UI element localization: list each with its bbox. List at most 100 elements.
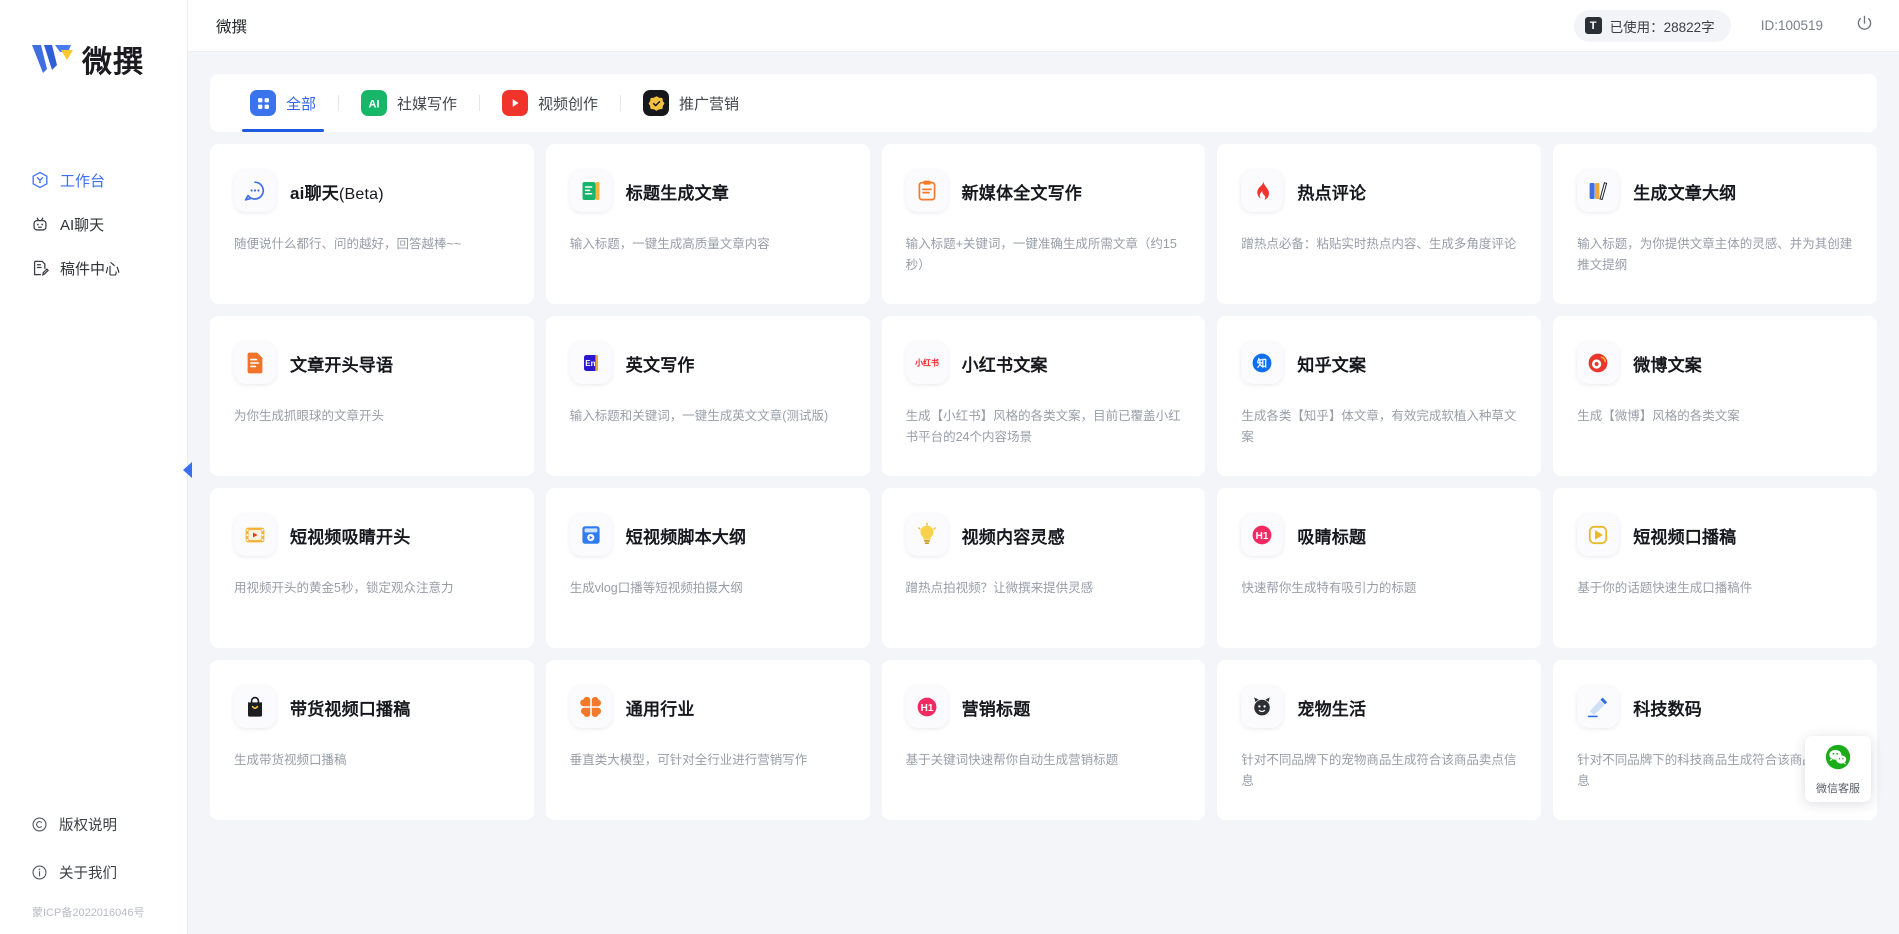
sidebar-item-label: AI聊天 [60,216,105,234]
script-icon [569,514,612,556]
card-title: 短视频脚本大纲 [625,527,747,547]
w-logo-icon [30,39,76,79]
card-ecommerce-video-voiceover[interactable]: 带货视频口播稿 生成带货视频口播稿 [210,660,534,820]
card-pet-life[interactable]: 宠物生活 针对不同品牌下的宠物商品生成符合该商品卖点信息 [1217,660,1542,820]
sidebar-footer: 版权说明 关于我们 蒙ICP备2022016046号 [0,800,187,934]
card-header: 宠物生活 [1241,686,1517,728]
card-title: 通用行业 [625,699,695,719]
card-title: 小红书文案 [961,355,1048,375]
logout-button[interactable] [1853,15,1875,37]
card-article-opening[interactable]: 文章开头导语 为你生成抓眼球的文章开头 [210,316,534,476]
card-title-to-article[interactable]: 标题生成文章 输入标题，一键生成高质量文章内容 [545,144,870,304]
card-general-industry[interactable]: 通用行业 垂直类大模型，可针对全行业进行营销写作 [545,660,870,820]
orange-doc-icon [234,342,276,384]
card-description: 蹭热点必备：粘贴实时热点内容、生成多角度评论 [1241,237,1517,251]
text-count-icon: T [1584,17,1602,34]
h1-pink-icon: H1 [905,686,948,728]
card-header: 新媒体全文写作 [905,170,1182,212]
fire-icon [1241,170,1284,212]
card-title: 科技数码 [1633,699,1702,719]
wechat-icon [1823,742,1853,777]
card-header: 知 知乎文案 [1241,342,1517,384]
user-id: ID:100519 [1760,18,1823,33]
card-title: ai聊天(Beta) [290,183,384,203]
copyright-icon [30,815,49,834]
card-xiaohongshu-copy[interactable]: 小红书 小红书文案 生成【小红书】风格的各类文案，目前已覆盖小红书平台的24个内… [881,316,1206,476]
card-short-video-hook[interactable]: 短视频吸睛开头 用视频开头的黄金5秒，锁定观众注意力 [210,488,534,648]
chat-bubble-icon [234,170,276,212]
card-title: 知乎文案 [1297,355,1367,375]
lightbulb-icon [905,514,948,556]
ai-icon: AI [361,90,388,116]
card-short-video-script-outline[interactable]: 短视频脚本大纲 生成vlog口播等短视频拍摄大纲 [545,488,870,648]
card-english-writing[interactable]: En 英文写作 输入标题和关键词，一键生成英文文章(测试版) [545,316,870,476]
sidebar-item-about[interactable]: 关于我们 [0,848,187,896]
sidebar-item-ai-chat[interactable]: AI聊天 [0,202,187,246]
card-description: 输入标题，为你提供文章主体的灵感、并为其创建推文提纲 [1577,237,1853,272]
card-description: 基于你的话题快速生成口播稿件 [1577,581,1753,595]
card-ai-chat[interactable]: ai聊天(Beta) 随便说什么都行、问的越好，回答越棒~~ [210,144,534,304]
sidebar-item-drafts[interactable]: 稿件中心 [0,246,187,290]
bag-icon [234,686,276,728]
card-description: 用视频开头的黄金5秒，锁定观众注意力 [234,581,454,595]
film-play-icon [234,514,276,556]
svg-text:知: 知 [1256,357,1267,370]
card-description: 生成vlog口播等短视频拍摄大纲 [569,581,743,595]
sidebar: 微撰 工作台 AI聊天 稿件中心 版权说明 关于我们 蒙ICP备20220160… [0,0,192,934]
page-title: 微撰 [216,18,248,36]
sidebar-collapse-toggle[interactable] [179,455,195,485]
card-description: 快速帮你生成特有吸引力的标题 [1241,581,1417,595]
card-header: 短视频脚本大纲 [569,514,846,556]
sidebar-footer-label: 版权说明 [59,817,117,834]
card-video-content-inspiration[interactable]: 视频内容灵感 蹭热点拍视频？让微撰来提供灵感 [881,488,1206,648]
cards-grid-wrap: ai聊天(Beta) 随便说什么都行、问的越好，回答越棒~~ 标题生成文章 输入… [210,132,1877,820]
sidebar-nav: 工作台 AI聊天 稿件中心 [0,158,187,290]
card-title: 微博文案 [1633,355,1702,375]
xiaohongshu-icon: 小红书 [905,342,948,384]
sidebar-item-label: 稿件中心 [60,260,121,278]
card-description: 为你生成抓眼球的文章开头 [234,409,385,423]
content-scroll[interactable]: 全部 AI 社媒写作 视频创作 推广营销 ai聊天(Beta) 随便说什么都行、… [188,52,1899,934]
card-description: 垂直类大模型，可针对全行业进行营销写作 [569,753,808,767]
app-root: 微撰 工作台 AI聊天 稿件中心 版权说明 关于我们 蒙ICP备20220160… [0,0,1899,934]
tab-promotion-marketing[interactable]: 推广营销 [621,74,761,132]
usage-badge[interactable]: T 已使用：28822字 [1573,9,1731,42]
topbar-right: T 已使用：28822字 ID:100519 [1573,9,1875,42]
sidebar-item-label: 工作台 [60,172,106,190]
card-weibo-copy[interactable]: 微博文案 生成【微博】风格的各类文案 [1553,316,1877,476]
card-hot-comment[interactable]: 热点评论 蹭热点必备：粘贴实时热点内容、生成多角度评论 [1217,144,1542,304]
tech-icon [1577,686,1620,728]
card-short-video-voiceover[interactable]: 短视频口播稿 基于你的话题快速生成口播稿件 [1553,488,1877,648]
h1-icon: H1 [1241,514,1284,556]
card-title: 营销标题 [961,699,1031,719]
card-article-outline[interactable]: 生成文章大纲 输入标题，为你提供文章主体的灵感、并为其创建推文提纲 [1553,144,1877,304]
svg-text:En: En [585,359,595,368]
sidebar-item-copyright[interactable]: 版权说明 [0,800,187,848]
card-title: 宠物生活 [1297,699,1367,719]
card-description: 随便说什么都行、问的越好，回答越棒~~ [234,237,462,251]
card-eye-catching-title[interactable]: H1 吸睛标题 快速帮你生成特有吸引力的标题 [1217,488,1542,648]
card-title: 热点评论 [1297,183,1367,203]
tab-social-writing[interactable]: AI 社媒写作 [339,74,479,132]
badge-check-icon [643,90,670,116]
card-new-media-full-writing[interactable]: 新媒体全文写作 输入标题+关键词，一键准确生成所需文章（约15秒） [881,144,1206,304]
customer-service-label: 微信客服 [1816,783,1860,795]
card-description: 输入标题和关键词，一键生成英文文章(测试版) [569,409,829,423]
pet-icon [1241,686,1284,728]
card-header: 文章开头导语 [234,342,510,384]
books-icon [1577,170,1620,212]
card-zhihu-copy[interactable]: 知 知乎文案 生成各类【知乎】体文章，有效完成软植入种草文案 [1217,316,1542,476]
card-header: En 英文写作 [569,342,846,384]
customer-service-widget[interactable]: 微信客服 [1805,736,1871,802]
svg-text:AI: AI [369,99,380,111]
sidebar-item-workbench[interactable]: 工作台 [0,158,187,202]
card-header: 标题生成文章 [569,170,846,212]
card-header: 短视频吸睛开头 [234,514,510,556]
card-marketing-title[interactable]: H1 营销标题 基于关键词快速帮你自动生成营销标题 [881,660,1206,820]
tab-all[interactable]: 全部 [228,74,338,132]
card-title: 短视频吸睛开头 [290,527,411,547]
brand-logo[interactable]: 微撰 [0,0,187,118]
svg-text:H1: H1 [920,703,933,714]
svg-text:小红书: 小红书 [915,358,939,368]
tab-video-creation[interactable]: 视频创作 [480,74,620,132]
